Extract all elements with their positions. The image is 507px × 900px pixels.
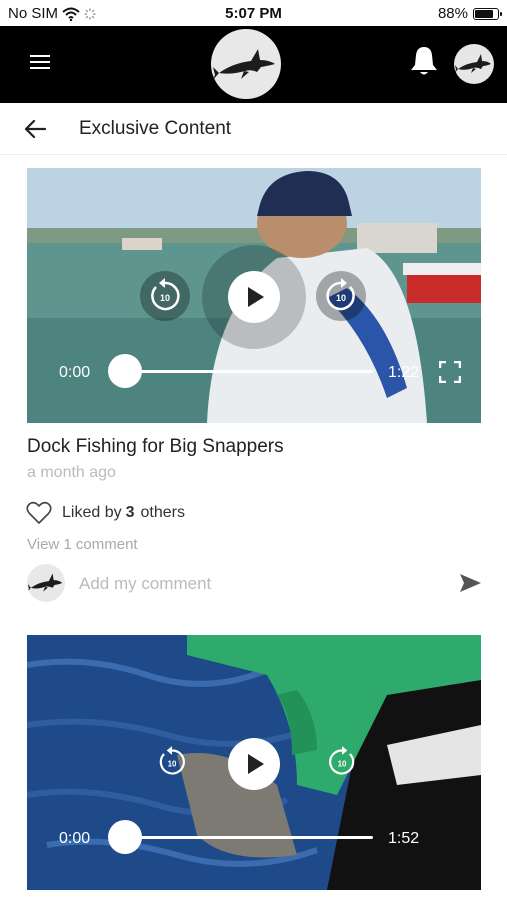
likes-count: 3 [125, 504, 135, 521]
play-icon[interactable] [202, 245, 306, 349]
app-header [0, 26, 507, 103]
forward-10-icon[interactable]: 10 [315, 270, 367, 322]
view-comments-link[interactable]: View 1 comment [27, 536, 138, 553]
rewind-label: 10 [160, 293, 170, 303]
heart-icon[interactable] [26, 501, 52, 525]
video-title: Dock Fishing for Big Snappers [27, 436, 284, 457]
shark-logo-icon[interactable] [211, 29, 281, 99]
duration: 1:52 [388, 830, 420, 847]
status-bar: No SIM 5:07 PM 88% [0, 0, 507, 26]
shark-avatar-icon[interactable] [454, 44, 494, 84]
comment-input[interactable] [79, 570, 439, 598]
arrow-left-icon[interactable] [22, 116, 48, 142]
duration: 1:22 [388, 364, 420, 381]
play-icon[interactable] [227, 737, 281, 791]
likes-prefix: Liked by [62, 504, 122, 521]
likes-summary: Liked by 3 others [62, 504, 185, 522]
seek-thumb[interactable] [108, 820, 142, 854]
likes-row: Liked by 3 others [26, 500, 185, 526]
forward-label: 10 [338, 759, 347, 768]
rewind-10-icon[interactable]: 10 [149, 739, 195, 785]
battery-status: 88% [437, 5, 502, 22]
seek-bar[interactable] [121, 370, 373, 373]
current-time: 0:00 [59, 830, 91, 847]
shark-avatar-icon [27, 564, 65, 602]
bell-icon[interactable] [408, 44, 440, 78]
video-player-2[interactable]: 10 10 0:00 1:52 [27, 635, 481, 890]
post-timestamp: a month ago [27, 464, 116, 481]
battery-icon [473, 7, 502, 20]
video-player-1[interactable]: 10 10 0:00 1:22 [27, 168, 481, 423]
fullscreen-icon[interactable] [439, 361, 461, 383]
rewind-10-icon[interactable]: 10 [139, 270, 191, 322]
battery-percent: 88% [437, 5, 468, 22]
seek-thumb[interactable] [108, 354, 142, 388]
rewind-label: 10 [168, 759, 177, 768]
forward-10-icon[interactable]: 10 [319, 739, 365, 785]
send-icon[interactable] [458, 571, 482, 595]
likes-suffix: others [140, 504, 185, 521]
hamburger-icon[interactable] [30, 55, 50, 71]
seek-bar[interactable] [121, 836, 373, 839]
page-title: Exclusive Content [79, 118, 232, 139]
forward-label: 10 [336, 293, 346, 303]
clock: 5:07 PM [225, 5, 282, 22]
nav-bar: Exclusive Content [0, 103, 507, 155]
current-time: 0:00 [59, 364, 91, 381]
